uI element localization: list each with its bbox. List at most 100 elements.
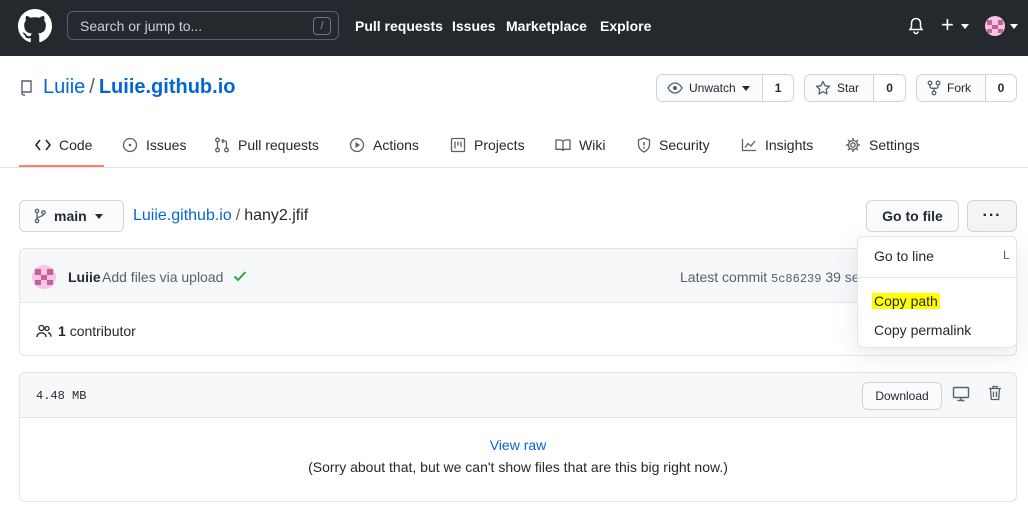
git-pull-request-icon — [215, 137, 229, 153]
repo-icon — [21, 80, 32, 96]
avatar-chevron-down-icon[interactable] — [1010, 24, 1018, 30]
commit-message-link[interactable]: Add files via upload — [102, 269, 223, 285]
eye-icon — [667, 82, 683, 94]
branch-select-button[interactable]: main — [19, 200, 124, 232]
tab-code-label: Code — [59, 137, 93, 153]
unwatch-button-group: Unwatch 1 — [656, 74, 794, 102]
fork-label: Fork — [947, 81, 971, 95]
issue-opened-icon — [122, 137, 138, 153]
tab-projects[interactable]: Projects — [450, 134, 525, 156]
tab-pull-requests-label: Pull requests — [238, 137, 319, 153]
nav-pull-requests[interactable]: Pull requests — [355, 18, 443, 34]
file-too-big-message: (Sorry about that, but we can't show fil… — [308, 459, 728, 475]
menu-divider — [858, 277, 1016, 278]
star-label: Star — [837, 81, 860, 95]
menu-item-copy-path[interactable]: Copy path — [872, 293, 940, 309]
contributors-link[interactable]: 1 contributor — [36, 323, 136, 339]
view-raw-link[interactable]: View raw — [20, 437, 1016, 453]
forks-count[interactable]: 0 — [986, 75, 1016, 101]
tab-wiki[interactable]: Wiki — [555, 134, 605, 156]
graph-icon — [741, 139, 756, 152]
star-icon — [815, 80, 831, 95]
check-icon[interactable] — [233, 270, 247, 282]
tab-insights-label: Insights — [765, 137, 814, 153]
breadcrumb-file-name: hany2.jfif — [244, 207, 309, 224]
repo-owner-link[interactable]: Luiie — [43, 76, 85, 98]
star-button[interactable]: Star — [805, 75, 875, 101]
menu-item-copy-permalink[interactable]: Copy permalink — [874, 322, 971, 338]
chevron-down-icon — [741, 85, 750, 91]
menu-item-go-to-line[interactable]: Go to line — [874, 248, 934, 264]
git-branch-icon — [34, 208, 46, 224]
people-icon — [36, 324, 52, 338]
create-new-button[interactable]: + — [941, 14, 954, 36]
search-placeholder: Search or jump to... — [80, 18, 203, 34]
search-input[interactable]: Search or jump to... / — [67, 11, 339, 40]
contributors-label: contributor — [69, 323, 136, 339]
identicon-icon — [35, 269, 53, 285]
breadcrumb: Luiie.github.io / hany2.jfif — [133, 207, 308, 225]
search-shortcut-key: / — [313, 17, 331, 35]
go-to-file-button[interactable]: Go to file — [866, 200, 959, 232]
tab-security[interactable]: Security — [637, 134, 710, 156]
latest-commit-info: Latest commit 5c86239 39 sec — [680, 269, 867, 286]
stargazers-count[interactable]: 0 — [874, 75, 905, 101]
fork-button[interactable]: Fork — [917, 75, 986, 101]
play-icon — [349, 137, 365, 153]
chevron-down-icon[interactable] — [961, 24, 969, 30]
github-logo-icon[interactable] — [18, 9, 52, 43]
star-button-group: Star 0 — [804, 74, 906, 102]
commit-author-link[interactable]: Luiie — [68, 269, 101, 285]
repo-tabs: Code Issues Pull requests Actions Projec… — [0, 124, 1028, 168]
tab-settings[interactable]: Settings — [845, 134, 920, 156]
author-avatar[interactable] — [32, 265, 56, 289]
unwatch-button[interactable]: Unwatch — [657, 75, 764, 101]
tab-actions-label: Actions — [373, 137, 419, 153]
more-options-menu: Go to line L Copy path Copy permalink — [857, 236, 1017, 348]
chevron-down-icon — [94, 213, 103, 219]
more-options-button[interactable]: ··· — [967, 200, 1017, 232]
branch-name: main — [54, 208, 87, 224]
tab-insights[interactable]: Insights — [741, 134, 813, 156]
go-to-line-shortcut: L — [1003, 248, 1010, 262]
breadcrumb-separator: / — [235, 207, 241, 224]
tab-code[interactable]: Code — [35, 134, 92, 156]
gear-icon — [846, 138, 860, 152]
tab-actions[interactable]: Actions — [349, 134, 419, 156]
latest-commit-label: Latest commit — [680, 269, 768, 285]
file-viewer: 4.48 MB Download View raw (Sorry about t… — [19, 372, 1017, 502]
fork-icon — [927, 80, 941, 96]
active-tab-indicator — [19, 165, 104, 167]
contributors-count: 1 — [58, 323, 66, 339]
trash-icon[interactable] — [988, 385, 1002, 401]
tab-projects-label: Projects — [474, 137, 525, 153]
nav-issues[interactable]: Issues — [452, 18, 496, 34]
breadcrumb-repo-link[interactable]: Luiie.github.io — [133, 207, 232, 224]
project-icon — [450, 137, 466, 153]
user-avatar[interactable] — [985, 16, 1005, 36]
commit-sha-link[interactable]: 5c86239 — [771, 272, 821, 286]
tab-wiki-label: Wiki — [579, 137, 606, 153]
tab-issues[interactable]: Issues — [122, 134, 186, 156]
download-button[interactable]: Download — [862, 382, 942, 410]
desktop-icon[interactable] — [952, 386, 970, 402]
identicon-icon — [987, 20, 1003, 33]
file-size: 4.48 MB — [36, 389, 87, 403]
nav-explore[interactable]: Explore — [600, 18, 651, 34]
tab-pull-requests[interactable]: Pull requests — [214, 134, 319, 156]
tab-issues-label: Issues — [146, 137, 187, 153]
shield-icon — [637, 137, 651, 153]
bell-icon[interactable] — [908, 17, 924, 35]
unwatch-label: Unwatch — [689, 81, 736, 95]
tab-security-label: Security — [659, 137, 710, 153]
global-header: Search or jump to... / Pull requests Iss… — [0, 0, 1028, 56]
repo-name-link[interactable]: Luiie.github.io — [99, 76, 236, 98]
code-icon — [35, 139, 51, 151]
fork-button-group: Fork 0 — [916, 74, 1017, 102]
repo-title: Luiie / Luiie.github.io — [43, 76, 235, 99]
book-icon — [555, 139, 571, 152]
watchers-count[interactable]: 1 — [763, 75, 793, 101]
nav-marketplace[interactable]: Marketplace — [506, 18, 587, 34]
file-header: 4.48 MB Download — [20, 373, 1016, 418]
repo-title-separator: / — [89, 76, 95, 98]
